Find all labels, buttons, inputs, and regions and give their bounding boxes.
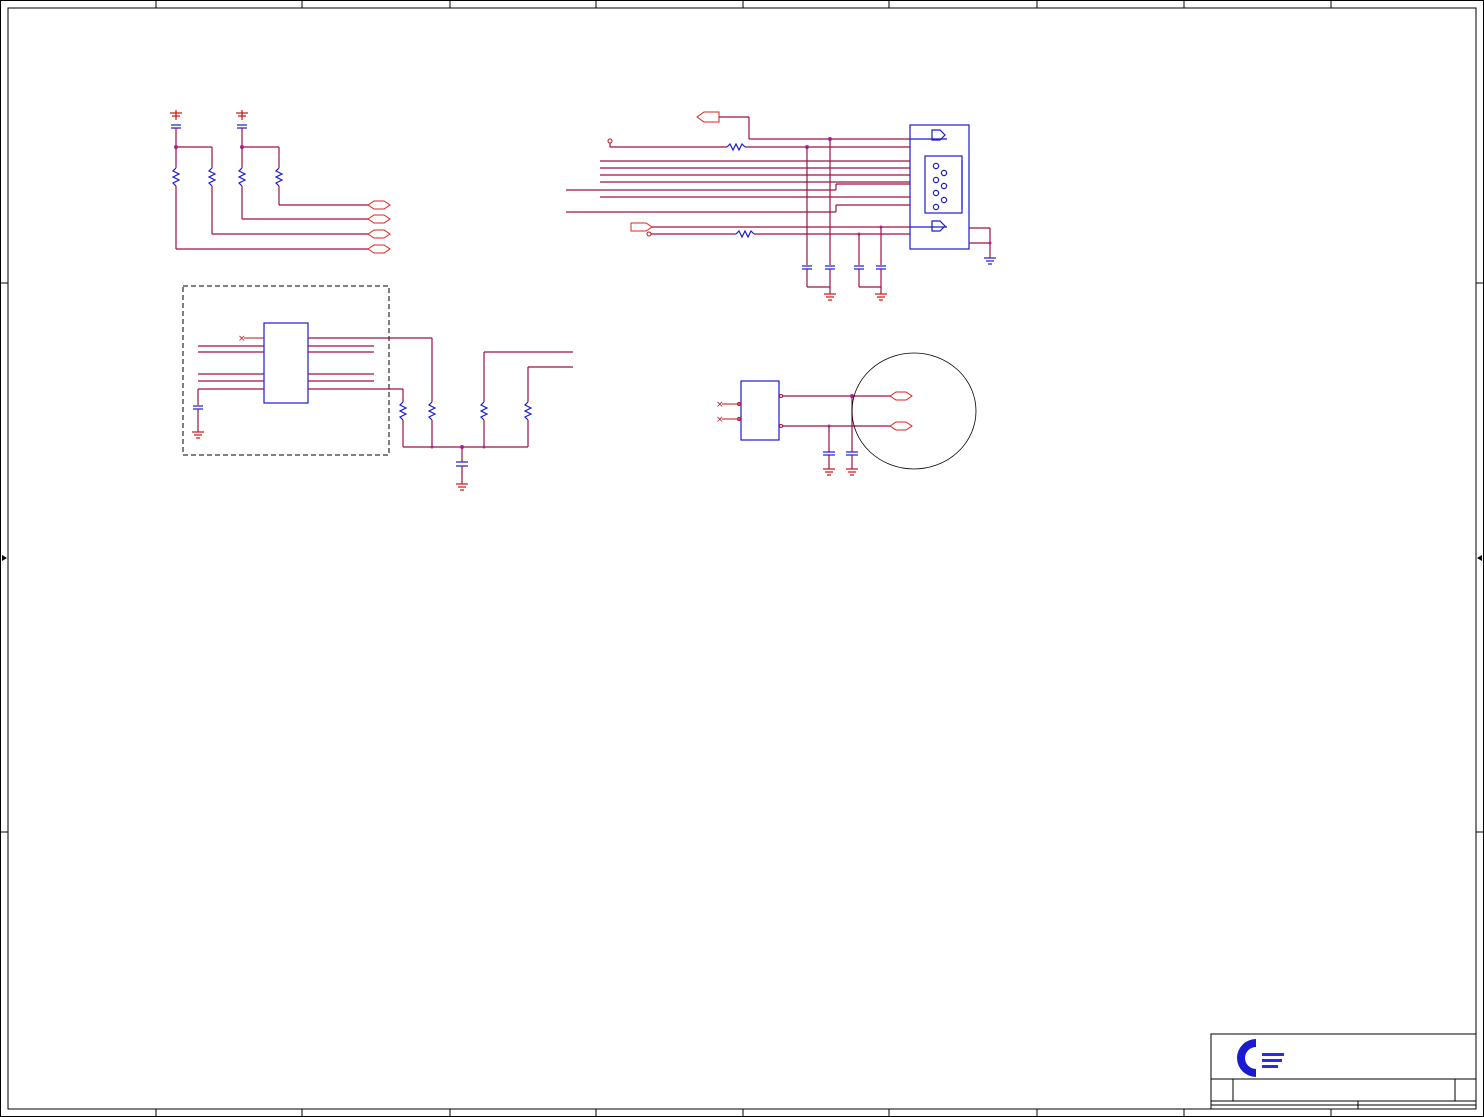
title-block [1210, 1033, 1477, 1110]
schematic-sheet: × × × [0, 0, 1484, 1117]
net-port-1 [367, 200, 391, 210]
resistor-r1 [171, 147, 181, 249]
resistor-r4 [274, 147, 284, 205]
net-port-osc-1 [889, 391, 913, 401]
top-zone-ticks [155, 0, 1332, 8]
ic-block: × [182, 285, 432, 456]
connector-block [566, 111, 996, 301]
net-port-in-2 [630, 222, 653, 232]
connector-pin-circles [932, 160, 963, 211]
pullup-resistor-block [170, 110, 391, 254]
net-port-4 [367, 244, 391, 254]
bottom-zone-ticks [155, 1109, 1332, 1117]
net-port-in-1 [696, 111, 720, 123]
oscillator-body [740, 380, 780, 441]
resistor-r3 [237, 147, 247, 219]
oscillator-block: × × [716, 352, 977, 476]
svg-text:×: × [716, 415, 724, 425]
net-port-3 [367, 229, 391, 239]
filter-capacitors [802, 265, 886, 270]
capacitor-c-ic [192, 405, 204, 439]
highlight-circle [851, 352, 977, 470]
side-zone-ticks [0, 282, 1484, 833]
termination-network [398, 338, 573, 491]
net-port-osc-2 [889, 421, 913, 431]
dashed-group-outline [182, 285, 390, 456]
connector-j1-pins-frame [924, 155, 963, 214]
power-symbol-1 [170, 110, 182, 147]
resistor-r2 [207, 147, 217, 234]
net-port-2 [367, 214, 391, 224]
power-symbol-2 [236, 110, 248, 147]
svg-text:×: × [716, 400, 724, 410]
ic-u1-body [263, 322, 309, 404]
company-logo-icon [1237, 1039, 1284, 1077]
svg-text:×: × [238, 334, 246, 344]
